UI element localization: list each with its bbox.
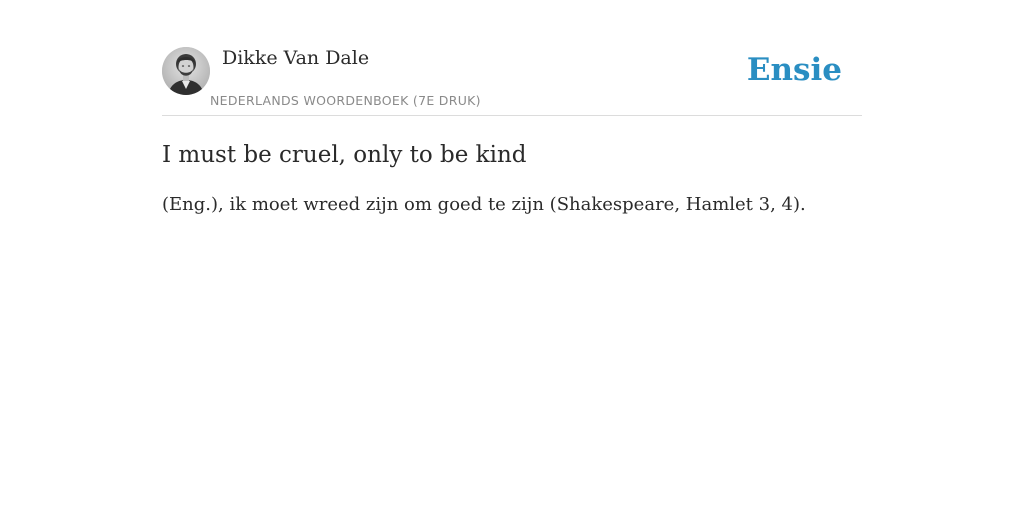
ensie-logo[interactable]: Ensie xyxy=(747,50,842,90)
entry-card: Dikke Van Dale Nederlands woordenboek (7… xyxy=(162,40,862,219)
entry-header: Dikke Van Dale Nederlands woordenboek (7… xyxy=(162,40,862,116)
source-label[interactable]: Nederlands woordenboek (7e druk) xyxy=(210,93,481,109)
entry-definition: (Eng.), ik moet wreed zijn om goed te zi… xyxy=(162,194,806,215)
author-avatar[interactable] xyxy=(162,47,210,95)
author-name[interactable]: Dikke Van Dale xyxy=(222,46,369,70)
portrait-icon xyxy=(162,47,210,95)
entry-term: I must be cruel, only to be kind xyxy=(162,142,527,168)
